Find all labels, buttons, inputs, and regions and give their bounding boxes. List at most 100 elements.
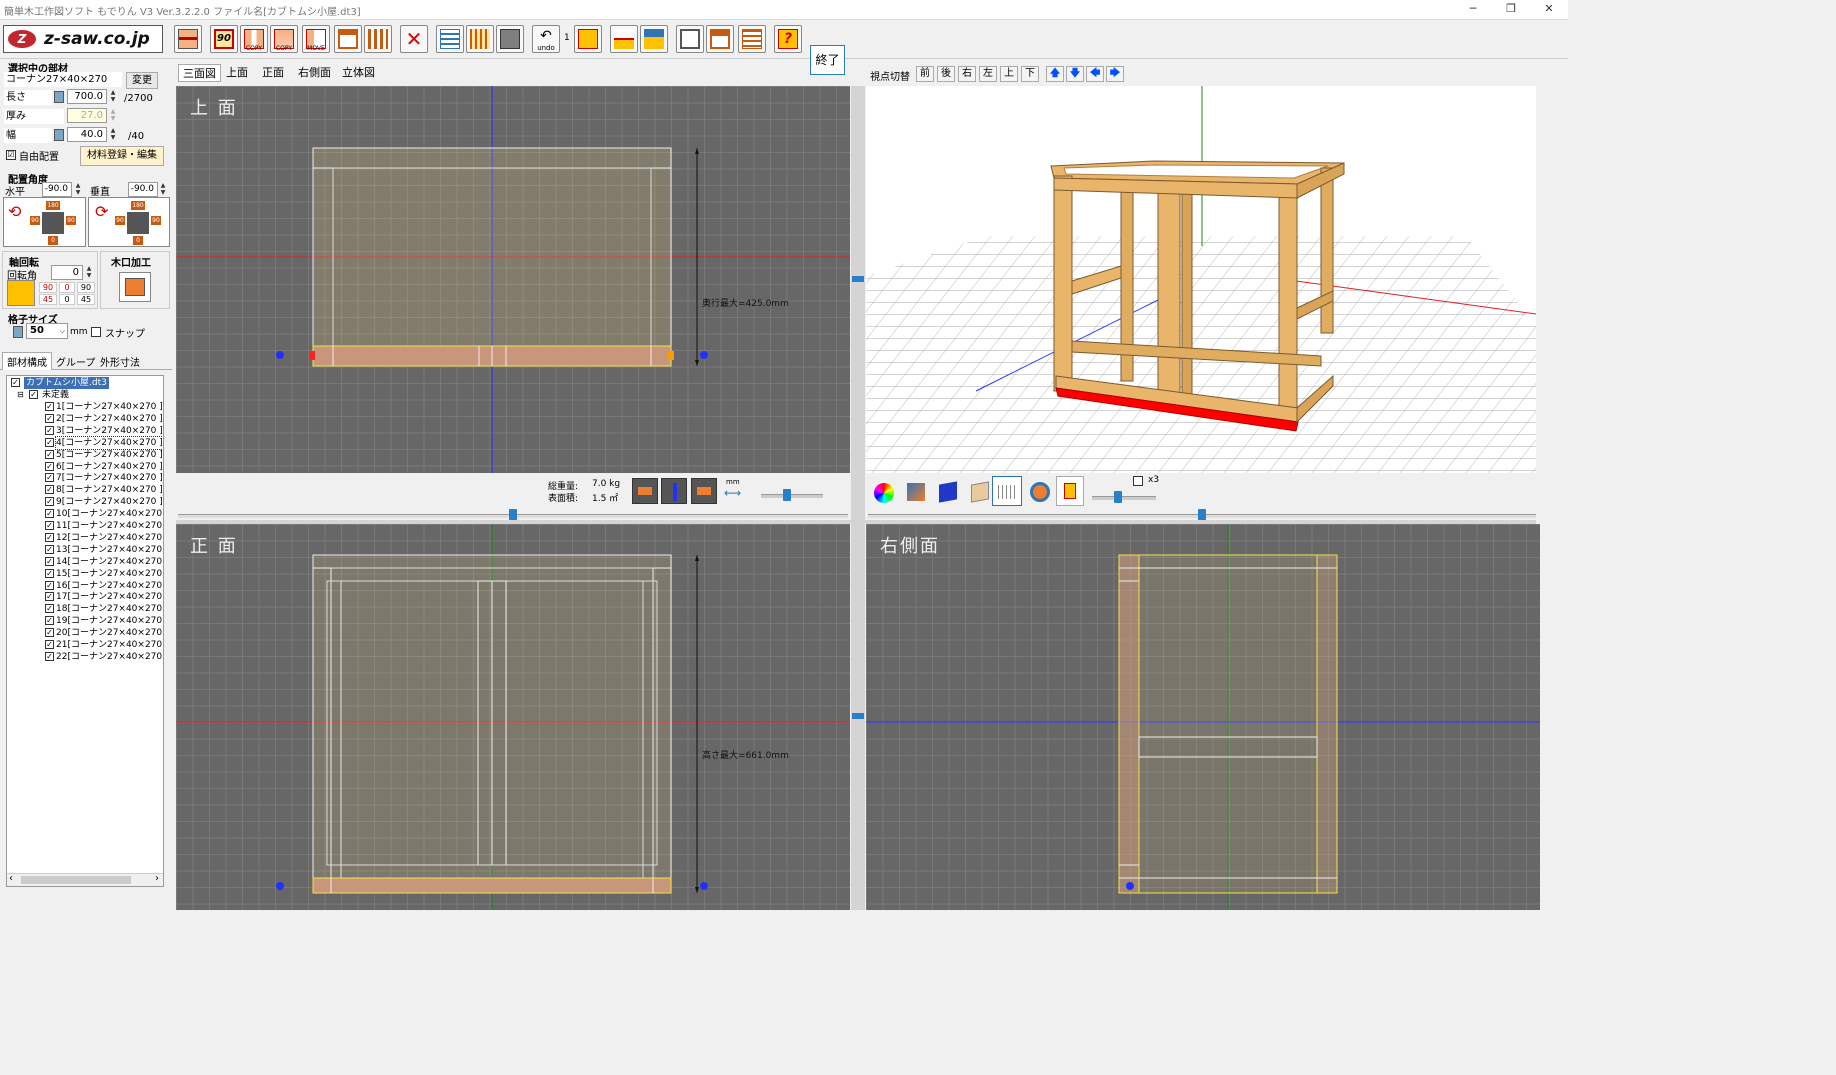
angle-0-button[interactable]: 0 [133,236,143,245]
axis-angle-cell[interactable]: 0 [59,294,75,305]
part-checkbox[interactable]: ✓ [45,556,54,566]
calculator-icon[interactable] [54,91,64,103]
color-button[interactable] [870,478,898,506]
slider-thumb[interactable] [1114,491,1122,503]
vertical-angle-pad[interactable]: ⟳ 180 90 90 0 [88,197,170,247]
part-checkbox[interactable]: ✓ [45,461,54,471]
part-checkbox[interactable]: ✓ [45,509,54,519]
part-checkbox[interactable]: ✓ [45,580,54,590]
tab-group[interactable]: グループ [56,354,95,369]
floor-grid-button[interactable] [992,476,1022,506]
thickness-spinner[interactable]: ▲ ▼ [108,108,118,123]
rotate-up-button[interactable]: 🡅 [1046,66,1064,82]
axis-angle-cell[interactable]: 45 [39,294,57,305]
axis-angle-cell[interactable]: 90 [39,282,57,293]
tab-structure[interactable]: 部材構成 [2,352,52,370]
splitter-handle[interactable] [852,276,864,282]
dimension-button[interactable] [496,25,524,53]
angle-90-left-button[interactable]: 90 [30,216,40,225]
rotate-copy-button[interactable]: COPY [270,25,298,53]
right-view[interactable]: 右側面 [866,524,1540,910]
frame-button[interactable] [334,25,362,53]
view-back-button[interactable]: 後 [937,66,955,82]
tab-front[interactable]: 正面 [258,64,288,82]
view-right-button[interactable]: 右 [958,66,976,82]
rotate-down-button[interactable]: 🡇 [1066,66,1084,82]
angle-90-right-button[interactable]: 90 [151,216,161,225]
part-checkbox[interactable]: ✓ [45,568,54,578]
move-button[interactable]: MOVE [302,25,330,53]
calculator-icon[interactable] [54,129,64,141]
part-checkbox[interactable]: ✓ [45,616,54,626]
part-checkbox[interactable]: ✓ [45,425,54,435]
axis-angle-cell[interactable]: 0 [59,282,75,293]
arrange-button[interactable] [364,25,392,53]
tab-outer-dimensions[interactable]: 外形寸法 [100,354,140,369]
part-checkbox[interactable]: ✓ [45,628,54,638]
house-view-button[interactable] [706,25,734,53]
free-place-checkbox[interactable]: ☑ [6,150,16,160]
length-input[interactable]: 700.0 [67,89,107,104]
width-spinner[interactable]: ▲ ▼ [108,127,118,142]
part-checkbox[interactable]: ✓ [45,604,54,614]
part-checkbox[interactable]: ✓ [45,640,54,649]
axis-rotate-icon[interactable] [7,280,35,306]
view-bottom-button[interactable]: 下 [1021,66,1039,82]
3d-view[interactable] [866,86,1536,473]
angle-180-button[interactable]: 180 [131,201,145,210]
part-checkbox[interactable]: ✓ [45,437,54,447]
part-checkbox[interactable]: ✓ [45,497,54,507]
part-checkbox[interactable]: ✓ [45,532,54,542]
rotate-90-button[interactable]: 90 [210,25,238,53]
vertical-splitter[interactable] [851,86,865,910]
part-checkbox[interactable]: ✓ [45,544,54,554]
part-checkbox[interactable]: ✓ [45,592,54,602]
material-register-button[interactable]: 材料登録・編集 [80,146,164,166]
part-checkbox[interactable]: ✓ [45,449,54,459]
top-horizontal-scroll[interactable] [178,509,848,521]
part-checkbox[interactable]: ✓ [45,413,54,423]
horizontal-spinner[interactable]: ▲ ▼ [73,182,83,197]
view-top-button[interactable]: 上 [1000,66,1018,82]
part-checkbox[interactable]: ✓ [45,521,54,530]
tree-root-checkbox[interactable]: ✓ [11,378,20,387]
length-spinner[interactable]: ▲ ▼ [108,89,118,104]
minimize-button[interactable]: ─ [1458,2,1488,18]
change-button[interactable]: 変更 [126,72,158,89]
align-right-button[interactable] [691,478,717,504]
snap-checkbox[interactable] [91,327,101,337]
rotate-view-button[interactable] [1026,478,1054,506]
scroll-thumb[interactable] [21,876,131,884]
scroll-left-icon[interactable]: ‹ [9,873,13,884]
width-input[interactable]: 40.0 [67,127,107,142]
horizontal-angle-pad[interactable]: ⟲ 180 90 90 0 [3,197,86,247]
rotation-spinner[interactable]: ▲ ▼ [84,265,94,280]
tree-group-checkbox[interactable]: ✓ [29,390,38,399]
align-center-button[interactable] [661,478,687,504]
open-file-button[interactable] [610,25,638,53]
tab-3d[interactable]: 立体図 [338,64,379,82]
help-button[interactable]: ? [774,25,802,53]
axis-angle-cell[interactable]: 45 [77,294,95,305]
table-button[interactable] [738,25,766,53]
vertical-angle-input[interactable]: -90.0 [128,182,158,197]
grid-size-select[interactable]: 50 ⌵ [26,323,68,339]
3d-horizontal-scroll[interactable] [868,509,1536,521]
tab-top[interactable]: 上面 [222,64,252,82]
part-checkbox[interactable]: ✓ [45,473,54,483]
measure-arrow-icon[interactable]: ⟷ [724,486,741,500]
restore-button[interactable]: ❐ [1496,2,1526,18]
paint-button[interactable] [902,478,930,506]
rotate-left-button[interactable]: 🡄 [1086,66,1104,82]
print-button[interactable] [676,25,704,53]
add-part-button[interactable] [174,25,202,53]
texture-view-button[interactable] [966,478,994,506]
delete-button[interactable]: ✕ [400,25,428,53]
new-file-button[interactable] [574,25,602,53]
view-front-button[interactable]: 前 [916,66,934,82]
scroll-right-icon[interactable]: › [155,873,159,884]
3d-zoom-slider[interactable] [1092,491,1156,503]
splitter-handle[interactable] [852,713,864,719]
part-checkbox[interactable]: ✓ [45,651,54,661]
explode-button[interactable] [1056,476,1084,506]
